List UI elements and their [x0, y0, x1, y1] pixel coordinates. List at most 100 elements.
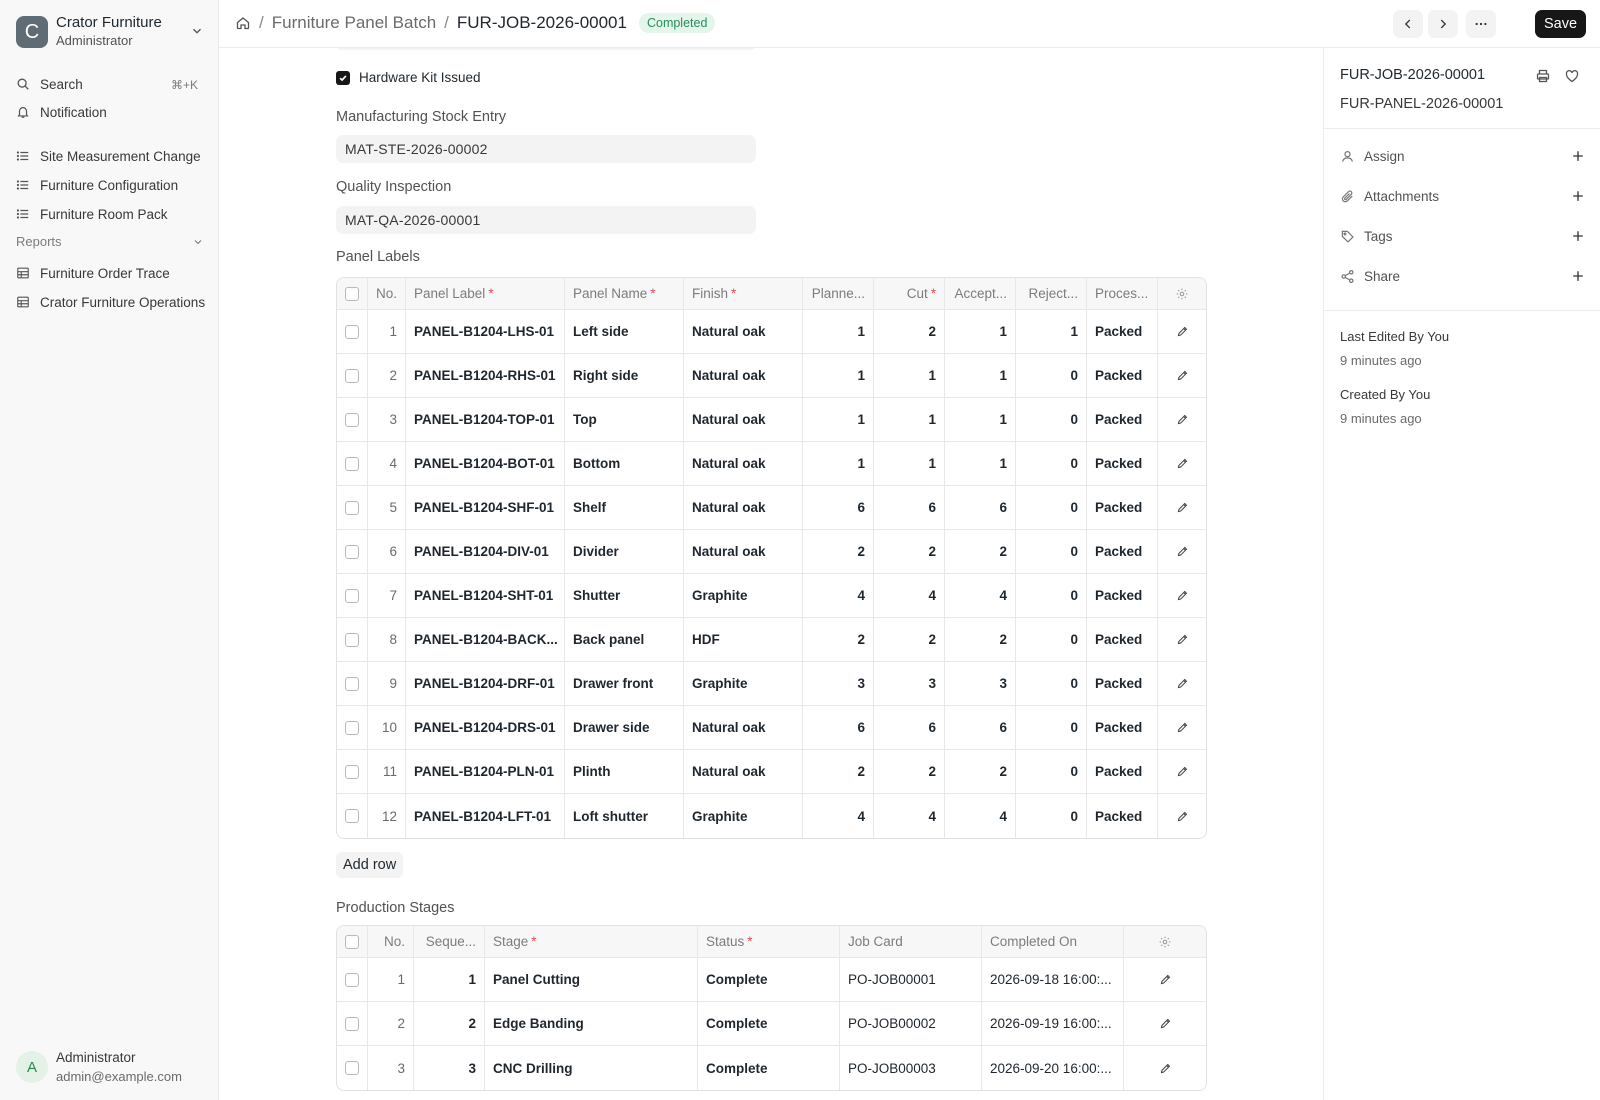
plus-icon[interactable]	[1571, 269, 1585, 283]
table-row[interactable]: 3 3 CNC Drilling Complete PO-JOB00003 2026-09…	[337, 1046, 1206, 1090]
table-row[interactable]: 6 PANEL-B1204-DIV-01 Divider Natural oak 2 2 2…	[337, 530, 1206, 574]
table-cell[interactable]: Shutter	[565, 574, 684, 617]
table-cell[interactable]: 0	[1016, 750, 1087, 793]
table-row[interactable]: 5 PANEL-B1204-SHF-01 Shelf Natural oak 6 6 6 0 P…	[337, 486, 1206, 530]
hardware-kit-checkbox-row[interactable]: Hardware Kit Issued	[336, 70, 481, 85]
table-cell[interactable]: PO-JOB00002	[840, 1002, 982, 1045]
table-cell[interactable]: PANEL-B1204-DRF-01	[406, 662, 565, 705]
table-cell[interactable]: HDF	[684, 618, 803, 661]
quality-inspection-field[interactable]: MAT-QA-2026-00001	[336, 206, 756, 234]
table-cell[interactable]: 0	[1016, 486, 1087, 529]
table-row[interactable]: 7 PANEL-B1204-SHT-01 Shutter Graphite 4 4 4 0 Pa…	[337, 574, 1206, 618]
table-cell[interactable]: CNC Drilling	[485, 1046, 698, 1090]
more-button[interactable]	[1466, 10, 1496, 38]
table-cell[interactable]: 2	[945, 750, 1016, 793]
row-checkbox[interactable]	[345, 720, 359, 735]
table-cell[interactable]: 0	[1016, 574, 1087, 617]
table-cell[interactable]: Natural oak	[684, 310, 803, 353]
edit-row-button[interactable]	[1158, 530, 1206, 573]
row-checkbox-cell[interactable]	[337, 574, 368, 617]
row-checkbox[interactable]	[345, 324, 359, 339]
table-cell[interactable]: 0	[1016, 662, 1087, 705]
edit-row-button[interactable]	[1158, 310, 1206, 353]
table-cell[interactable]: 10	[368, 706, 406, 749]
save-button[interactable]: Save	[1535, 10, 1586, 38]
assign-row[interactable]: Assign	[1340, 146, 1585, 166]
row-checkbox-cell[interactable]	[337, 354, 368, 397]
edit-row-button[interactable]	[1124, 958, 1206, 1001]
plus-icon[interactable]	[1571, 229, 1585, 243]
table-cell[interactable]: Packed	[1087, 794, 1158, 838]
checkbox[interactable]	[345, 934, 359, 949]
sidebar-item-furniture-order-trace[interactable]: Furniture Order Trace	[16, 262, 212, 284]
table-cell[interactable]: Natural oak	[684, 486, 803, 529]
table-cell[interactable]: 0	[1016, 398, 1087, 441]
column-header[interactable]: Seque...	[414, 926, 485, 957]
column-settings[interactable]	[1158, 278, 1206, 309]
table-cell[interactable]: Complete	[698, 1046, 840, 1090]
column-header[interactable]: No.	[368, 926, 414, 957]
table-cell[interactable]: 1	[803, 442, 874, 485]
table-cell[interactable]: PANEL-B1204-LHS-01	[406, 310, 565, 353]
previous-button[interactable]	[1393, 10, 1423, 38]
table-cell[interactable]: 1	[803, 398, 874, 441]
table-cell[interactable]: 1	[945, 398, 1016, 441]
table-cell[interactable]: 1	[803, 310, 874, 353]
table-cell[interactable]: Natural oak	[684, 354, 803, 397]
table-cell[interactable]: PO-JOB00001	[840, 958, 982, 1001]
table-cell[interactable]: 2	[803, 750, 874, 793]
plus-icon[interactable]	[1571, 149, 1585, 163]
table-cell[interactable]: 4	[803, 574, 874, 617]
table-cell[interactable]: 0	[1016, 706, 1087, 749]
table-row[interactable]: 9 PANEL-B1204-DRF-01 Drawer front Graphite 3…	[337, 662, 1206, 706]
table-cell[interactable]: 12	[368, 794, 406, 838]
table-cell[interactable]: 2	[874, 530, 945, 573]
table-cell[interactable]: 11	[368, 750, 406, 793]
table-cell[interactable]: 2	[874, 750, 945, 793]
table-cell[interactable]: Packed	[1087, 486, 1158, 529]
column-header[interactable]: Planne...	[803, 278, 874, 309]
table-cell[interactable]: 1	[945, 354, 1016, 397]
table-cell[interactable]: 2	[368, 354, 406, 397]
column-header[interactable]: Panel Name *	[565, 278, 684, 309]
table-cell[interactable]: Bottom	[565, 442, 684, 485]
table-cell[interactable]: 3	[414, 1046, 485, 1090]
edit-row-button[interactable]	[1124, 1002, 1206, 1045]
table-cell[interactable]: Top	[565, 398, 684, 441]
table-row[interactable]: 2 PANEL-B1204-RHS-01 Right side Natural oak…	[337, 354, 1206, 398]
attachments-row[interactable]: Attachments	[1340, 186, 1585, 206]
table-cell[interactable]: 4	[945, 574, 1016, 617]
table-cell[interactable]: Divider	[565, 530, 684, 573]
table-cell[interactable]: Edge Banding	[485, 1002, 698, 1045]
table-cell[interactable]: Packed	[1087, 618, 1158, 661]
notification-button[interactable]: Notification	[16, 101, 107, 123]
row-checkbox-cell[interactable]	[337, 662, 368, 705]
sidebar-item-furniture-room-pack[interactable]: Furniture Room Pack	[16, 203, 212, 225]
table-cell[interactable]: 4	[874, 794, 945, 838]
table-cell[interactable]: 4	[803, 794, 874, 838]
table-cell[interactable]: Packed	[1087, 354, 1158, 397]
table-cell[interactable]: Packed	[1087, 574, 1158, 617]
row-checkbox[interactable]	[345, 456, 359, 471]
table-cell[interactable]: 2	[803, 530, 874, 573]
column-header[interactable]: Stage *	[485, 926, 698, 957]
table-cell[interactable]: 3	[874, 662, 945, 705]
edit-row-button[interactable]	[1158, 794, 1206, 838]
row-checkbox[interactable]	[345, 368, 359, 383]
table-row[interactable]: 11 PANEL-B1204-PLN-01 Plinth Natural oak 2 2 2…	[337, 750, 1206, 794]
table-cell[interactable]: Packed	[1087, 706, 1158, 749]
table-row[interactable]: 10 PANEL-B1204-DRS-01 Drawer side Natural o…	[337, 706, 1206, 750]
table-cell[interactable]: Drawer front	[565, 662, 684, 705]
table-cell[interactable]: 6	[803, 486, 874, 529]
table-cell[interactable]: Shelf	[565, 486, 684, 529]
table-cell[interactable]: Packed	[1087, 442, 1158, 485]
column-header[interactable]: Panel Label *	[406, 278, 565, 309]
table-cell[interactable]: Right side	[565, 354, 684, 397]
table-cell[interactable]: 1	[1016, 310, 1087, 353]
edit-row-button[interactable]	[1158, 618, 1206, 661]
table-cell[interactable]: 2	[945, 530, 1016, 573]
table-cell[interactable]: Left side	[565, 310, 684, 353]
column-settings[interactable]	[1124, 926, 1206, 957]
user-menu[interactable]: A Administrator admin@example.com	[16, 1048, 182, 1086]
table-cell[interactable]: PANEL-B1204-SHF-01	[406, 486, 565, 529]
